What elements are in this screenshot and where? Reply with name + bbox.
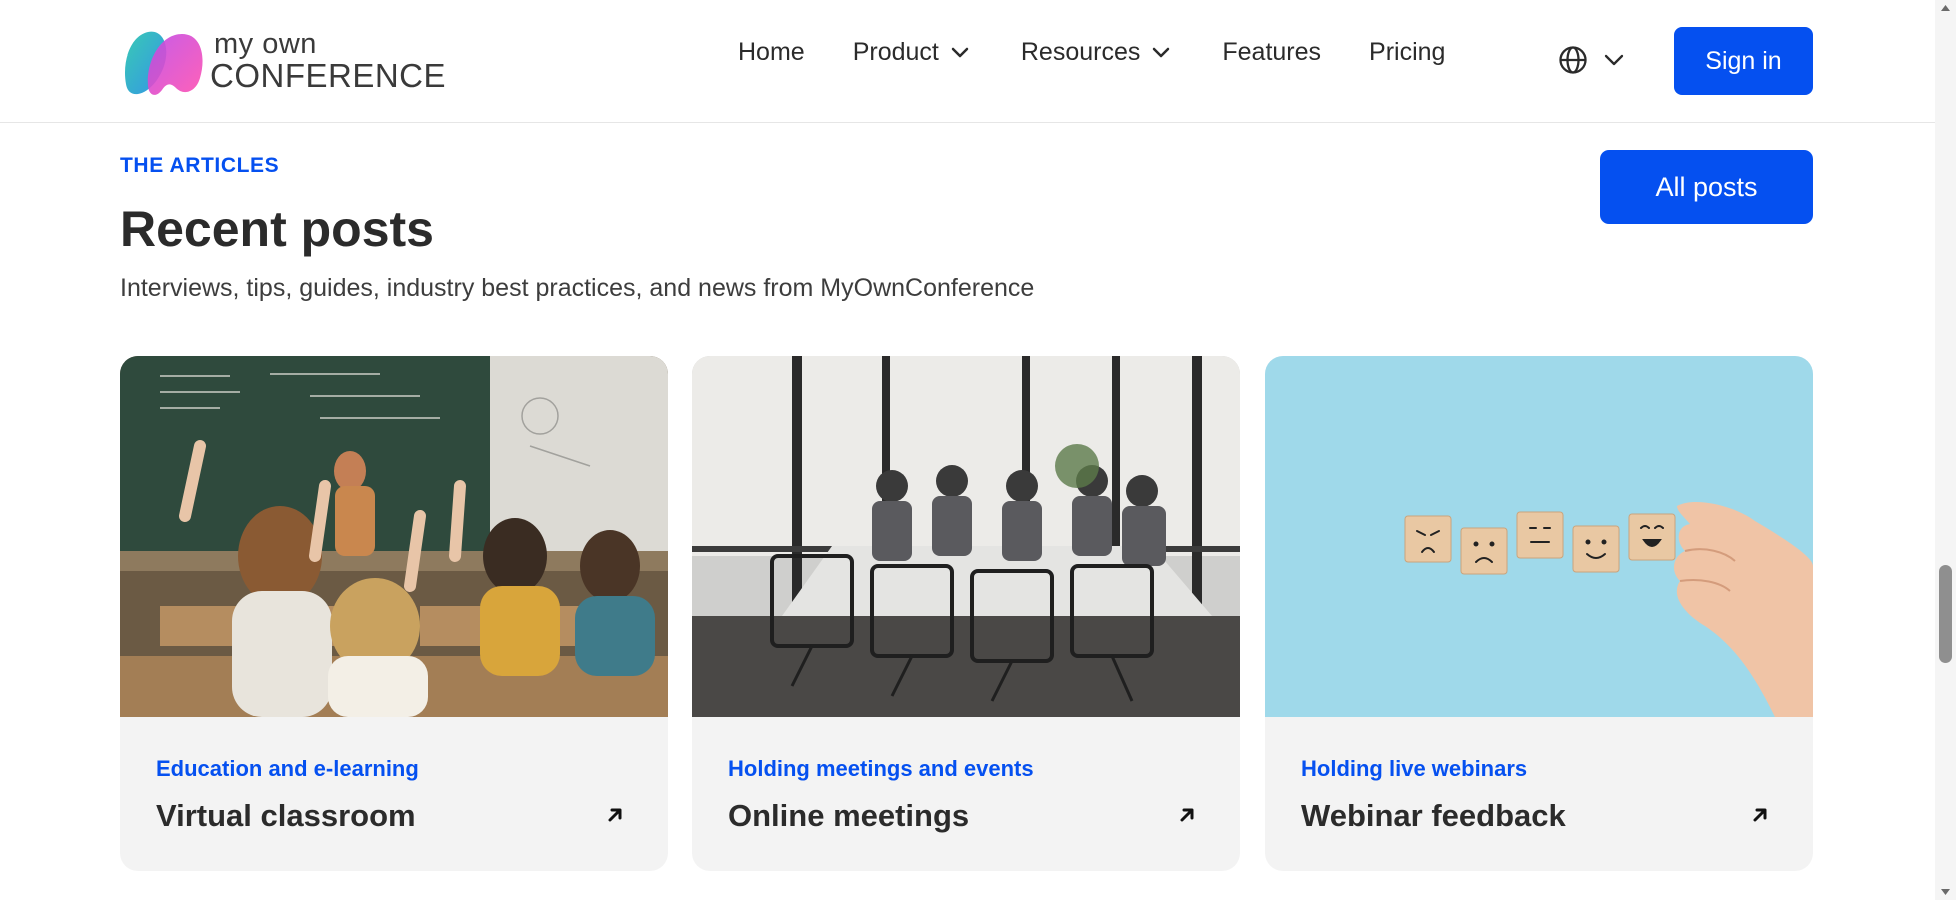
logo[interactable]: my own CONFERENCE	[120, 26, 446, 96]
page-scrollbar[interactable]	[1935, 0, 1956, 900]
scroll-up-arrow-icon[interactable]	[1940, 4, 1951, 12]
nav-features-label: Features	[1222, 38, 1322, 66]
post-card[interactable]: Holding live webinars Webinar feedback	[1265, 356, 1813, 871]
post-image-meeting	[692, 356, 1240, 717]
nav-home-label: Home	[738, 38, 805, 66]
post-category[interactable]: Holding meetings and events	[728, 756, 1034, 782]
chevron-down-icon	[951, 47, 969, 57]
arrow-up-right-icon[interactable]	[1751, 806, 1769, 824]
post-title[interactable]: Online meetings	[728, 798, 969, 834]
post-card[interactable]: Education and e-learning Virtual classro…	[120, 356, 668, 871]
chevron-down-icon	[1604, 54, 1624, 66]
arrow-up-right-icon[interactable]	[1178, 806, 1196, 824]
post-card[interactable]: Holding meetings and events Online meeti…	[692, 356, 1240, 871]
logo-text-line1: my own	[214, 28, 317, 60]
language-selector[interactable]	[1558, 45, 1624, 75]
main-nav: Home Product Resources Features Pricing	[738, 38, 1493, 67]
scrollbar-thumb[interactable]	[1939, 565, 1952, 663]
arrow-up-right-icon[interactable]	[606, 806, 624, 824]
nav-product[interactable]: Product	[853, 38, 969, 67]
post-category[interactable]: Holding live webinars	[1301, 756, 1527, 782]
post-title[interactable]: Virtual classroom	[156, 798, 416, 834]
nav-resources-label: Resources	[1020, 38, 1141, 66]
post-title[interactable]: Webinar feedback	[1301, 798, 1566, 834]
nav-pricing-label: Pricing	[1369, 38, 1446, 66]
section-eyebrow: THE ARTICLES	[120, 154, 280, 177]
scroll-down-arrow-icon[interactable]	[1940, 888, 1951, 896]
globe-icon	[1559, 46, 1587, 74]
logo-text-line2: CONFERENCE	[210, 57, 447, 94]
nav-pricing[interactable]: Pricing	[1369, 38, 1445, 67]
site-header: my own CONFERENCE Home Product Resources…	[0, 0, 1935, 123]
post-image-classroom	[120, 356, 668, 717]
chevron-down-icon	[1153, 47, 1170, 57]
post-category[interactable]: Education and e-learning	[156, 756, 419, 782]
nav-home[interactable]: Home	[738, 38, 805, 67]
section-subtitle: Interviews, tips, guides, industry best …	[120, 274, 1035, 302]
logo-mark-icon	[124, 31, 203, 95]
section-title: Recent posts	[120, 201, 434, 257]
all-posts-button[interactable]: All posts	[1600, 150, 1813, 224]
nav-product-label: Product	[852, 38, 939, 66]
nav-resources[interactable]: Resources	[1021, 38, 1171, 67]
nav-features[interactable]: Features	[1222, 38, 1321, 67]
post-image-feedback	[1265, 356, 1813, 717]
sign-in-button[interactable]: Sign in	[1674, 27, 1813, 95]
